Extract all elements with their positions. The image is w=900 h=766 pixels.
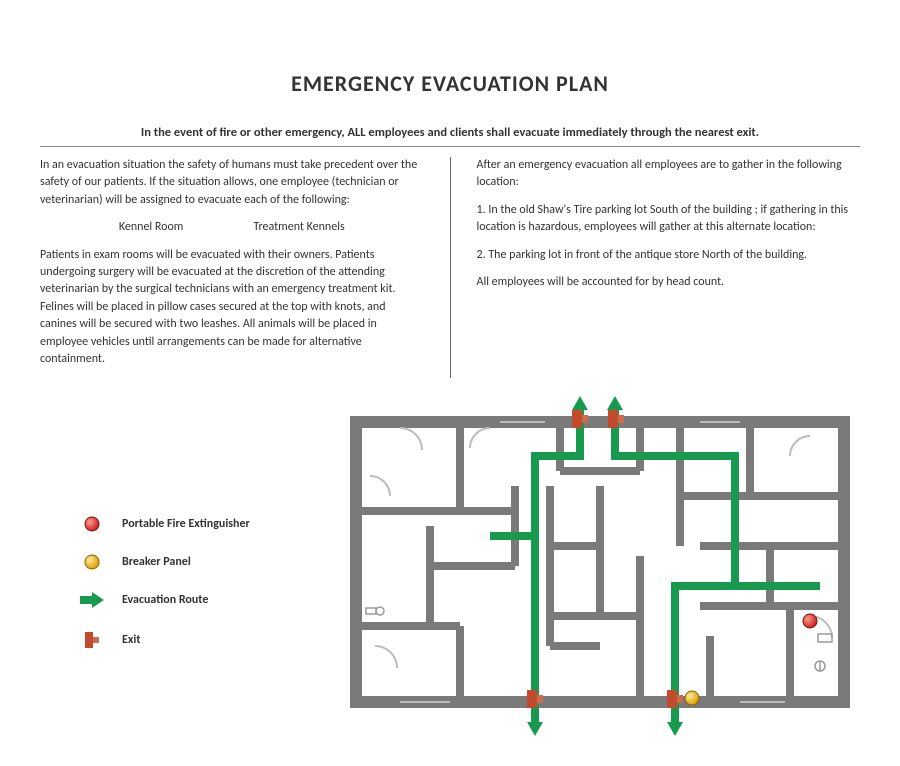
left-column: In an evacuation situation the safety of… xyxy=(40,157,424,378)
extinguisher-marker xyxy=(803,614,817,628)
column-divider xyxy=(450,157,451,378)
legend-extinguisher: Portable Fire Extinguisher xyxy=(80,516,340,532)
page-title: EMERGENCY EVACUATION PLAN xyxy=(40,70,860,97)
kennel-row: Kennel Room Treatment Kennels xyxy=(40,219,424,236)
legend-exit: Exit xyxy=(80,630,340,650)
breaker-marker xyxy=(685,691,699,705)
divider xyxy=(40,146,860,147)
exit-icon xyxy=(80,630,104,650)
legend-route: Evacuation Route xyxy=(80,592,340,608)
breaker-icon xyxy=(80,554,104,570)
treatment-kennels-label: Treatment Kennels xyxy=(253,219,344,236)
legend-breaker-label: Breaker Panel xyxy=(122,555,191,569)
legend: Portable Fire Extinguisher Breaker Panel xyxy=(40,396,340,672)
extinguisher-icon xyxy=(80,516,104,532)
right-p1: After an emergency evacuation all employ… xyxy=(477,157,861,192)
floor-plan xyxy=(340,396,860,736)
right-column: After an emergency evacuation all employ… xyxy=(477,157,861,378)
right-p2: All employees will be accounted for by h… xyxy=(477,274,861,291)
legend-extinguisher-label: Portable Fire Extinguisher xyxy=(122,517,250,531)
subheading: In the event of fire or other emergency,… xyxy=(40,125,860,140)
left-p1: In an evacuation situation the safety of… xyxy=(40,157,424,209)
kennel-room-label: Kennel Room xyxy=(119,219,184,236)
right-item2: 2. The parking lot in front of the antiq… xyxy=(477,247,861,264)
legend-breaker: Breaker Panel xyxy=(80,554,340,570)
text-columns: In an evacuation situation the safety of… xyxy=(40,157,860,378)
legend-route-label: Evacuation Route xyxy=(122,593,208,607)
route-arrow-icon xyxy=(80,592,104,608)
left-p2: Patients in exam rooms will be evacuated… xyxy=(40,247,424,369)
right-item1: 1. In the old Shaw's Tire parking lot So… xyxy=(477,202,861,237)
legend-exit-label: Exit xyxy=(122,633,140,647)
